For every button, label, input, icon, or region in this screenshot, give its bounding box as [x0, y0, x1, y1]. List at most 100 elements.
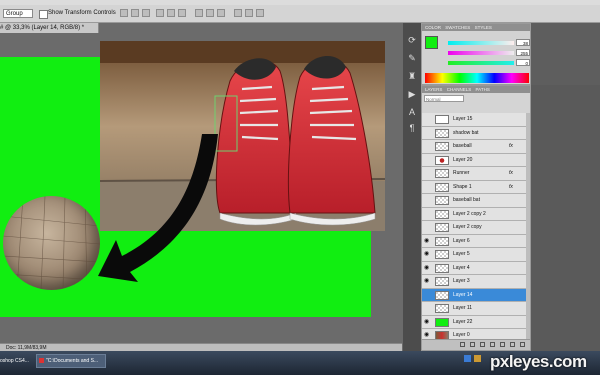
auto-select-dropdown[interactable]: Group [3, 9, 33, 18]
align-middle-button[interactable] [131, 9, 139, 17]
visibility-eye-icon[interactable] [424, 184, 430, 190]
layer-thumbnail [435, 250, 449, 259]
layer-row[interactable]: ◉ Layer 3 [422, 275, 526, 289]
color-spectrum[interactable] [425, 73, 529, 83]
layer-row[interactable]: Layer 20 [422, 153, 526, 167]
paragraph-icon[interactable]: ¶ [407, 123, 417, 133]
foreground-color-swatch[interactable] [425, 36, 438, 49]
tab-channels[interactable]: CHANNELS [447, 87, 472, 92]
visibility-eye-icon[interactable] [424, 224, 430, 230]
visibility-eye-icon[interactable] [424, 292, 430, 298]
fx-icon[interactable] [470, 342, 475, 347]
visibility-eye-icon[interactable] [424, 170, 430, 176]
watermark: pxleyes.com [490, 352, 587, 371]
character-icon[interactable]: A [407, 107, 417, 117]
actions-icon[interactable]: ▶ [407, 89, 417, 99]
blue-value[interactable]: 0 [516, 59, 530, 66]
distribute-middle-button[interactable] [206, 9, 214, 17]
layer-thumbnail [435, 182, 449, 192]
stamp-icon[interactable]: ♜ [407, 71, 417, 81]
layer-name: Layer 4 [453, 264, 470, 271]
layer-effects-icon[interactable]: fx [509, 143, 513, 149]
adjustment-layer-icon[interactable] [490, 342, 495, 347]
show-transform-checkbox[interactable] [39, 10, 48, 19]
layer-row[interactable]: Runner fx [422, 167, 526, 181]
visibility-eye-icon[interactable] [424, 116, 430, 122]
layer-row[interactable]: baseball fx [422, 140, 526, 154]
tab-styles[interactable]: STYLES [475, 25, 492, 30]
green-value[interactable]: 255 [516, 49, 530, 56]
layer-thumbnail [435, 263, 449, 273]
distribute-bottom-button[interactable] [217, 9, 225, 17]
tab-layers[interactable]: LAYERS [425, 87, 442, 92]
add-mask-icon[interactable] [480, 342, 485, 347]
layer-row[interactable]: ◉ Layer 5 [422, 248, 526, 262]
align-right-button[interactable] [178, 9, 186, 17]
layer-effects-icon[interactable]: fx [509, 170, 513, 176]
taskbar-explorer-label: "C:\Documents and S... [46, 358, 99, 364]
trash-icon[interactable] [520, 342, 525, 347]
tab-paths[interactable]: PATHS [475, 87, 489, 92]
baseball-leather-ball [3, 196, 100, 290]
layer-row[interactable]: shadow bat [422, 126, 526, 140]
layer-thumbnail [435, 142, 449, 151]
layer-row[interactable]: Shape 1 fx [422, 180, 526, 194]
layer-thumbnail [435, 290, 449, 300]
layer-row[interactable]: baseball bat [422, 194, 526, 208]
red-value[interactable]: 38 [516, 39, 530, 46]
layer-name: Layer 3 [453, 278, 470, 284]
align-left-button[interactable] [156, 9, 164, 17]
layer-row[interactable]: Layer 14 [422, 288, 526, 302]
visibility-eye-icon[interactable]: ◉ [424, 278, 430, 284]
visibility-eye-icon[interactable]: ◉ [424, 251, 430, 257]
visibility-eye-icon[interactable] [424, 143, 430, 149]
layer-effects-icon[interactable]: fx [509, 184, 513, 190]
visibility-eye-icon[interactable]: ◉ [424, 265, 430, 271]
distribute-center-button[interactable] [245, 9, 253, 17]
align-bottom-button[interactable] [142, 9, 150, 17]
blue-slider[interactable] [448, 61, 514, 65]
layer-name: baseball [453, 143, 472, 149]
visibility-eye-icon[interactable] [424, 157, 430, 163]
red-slider[interactable] [448, 41, 514, 45]
history-icon[interactable]: ⟳ [407, 35, 417, 45]
layer-name: Layer 0 [453, 332, 470, 338]
new-layer-icon[interactable] [510, 342, 515, 347]
tab-color[interactable]: COLOR [425, 25, 441, 30]
align-top-button[interactable] [120, 9, 128, 17]
layer-name: Layer 20 [453, 156, 473, 163]
folder-icon [39, 358, 44, 364]
layer-row[interactable]: Layer 15 [422, 113, 526, 127]
layer-thumbnail [435, 115, 449, 124]
brush-icon[interactable]: ✎ [407, 53, 417, 63]
visibility-eye-icon[interactable] [424, 197, 430, 203]
layer-row[interactable]: Layer 2 copy 2 [422, 207, 526, 221]
visibility-eye-icon[interactable]: ◉ [424, 332, 430, 338]
visibility-eye-icon[interactable] [424, 305, 430, 311]
layer-row[interactable]: ◉ Layer 6 [422, 234, 526, 248]
visibility-eye-icon[interactable] [424, 130, 430, 136]
align-center-button[interactable] [167, 9, 175, 17]
green-slider[interactable] [448, 51, 514, 55]
layer-row[interactable]: Layer 2 copy [422, 221, 526, 235]
distribute-left-button[interactable] [234, 9, 242, 17]
new-group-icon[interactable] [500, 342, 505, 347]
tab-swatches[interactable]: SWATCHES [445, 25, 470, 30]
distribute-top-button[interactable] [195, 9, 203, 17]
taskbar-photoshop-button[interactable]: oshop CS4... [0, 354, 32, 368]
layer-name: baseball bat [453, 197, 480, 203]
layer-list: Layer 15 shadow bat baseball fx Layer 20 Runn… [422, 113, 530, 341]
link-layers-icon[interactable] [460, 342, 465, 347]
visibility-eye-icon[interactable] [424, 211, 430, 217]
layer-row[interactable]: Layer 11 [422, 302, 526, 316]
layer-row[interactable]: ◉ Layer 22 [422, 315, 526, 329]
layer-row[interactable]: ◉ Layer 4 [422, 261, 526, 275]
layer-list-scrollbar[interactable] [526, 113, 530, 341]
document-tab[interactable]: # @ 33,3% (Layer 14, RGB/8) * [0, 23, 99, 33]
visibility-eye-icon[interactable]: ◉ [424, 319, 430, 325]
taskbar-explorer-button[interactable]: "C:\Documents and S... [36, 354, 106, 368]
layer-thumbnail [435, 304, 449, 313]
blend-mode-dropdown[interactable]: Normal [424, 95, 464, 102]
distribute-right-button[interactable] [256, 9, 264, 17]
visibility-eye-icon[interactable]: ◉ [424, 238, 430, 244]
